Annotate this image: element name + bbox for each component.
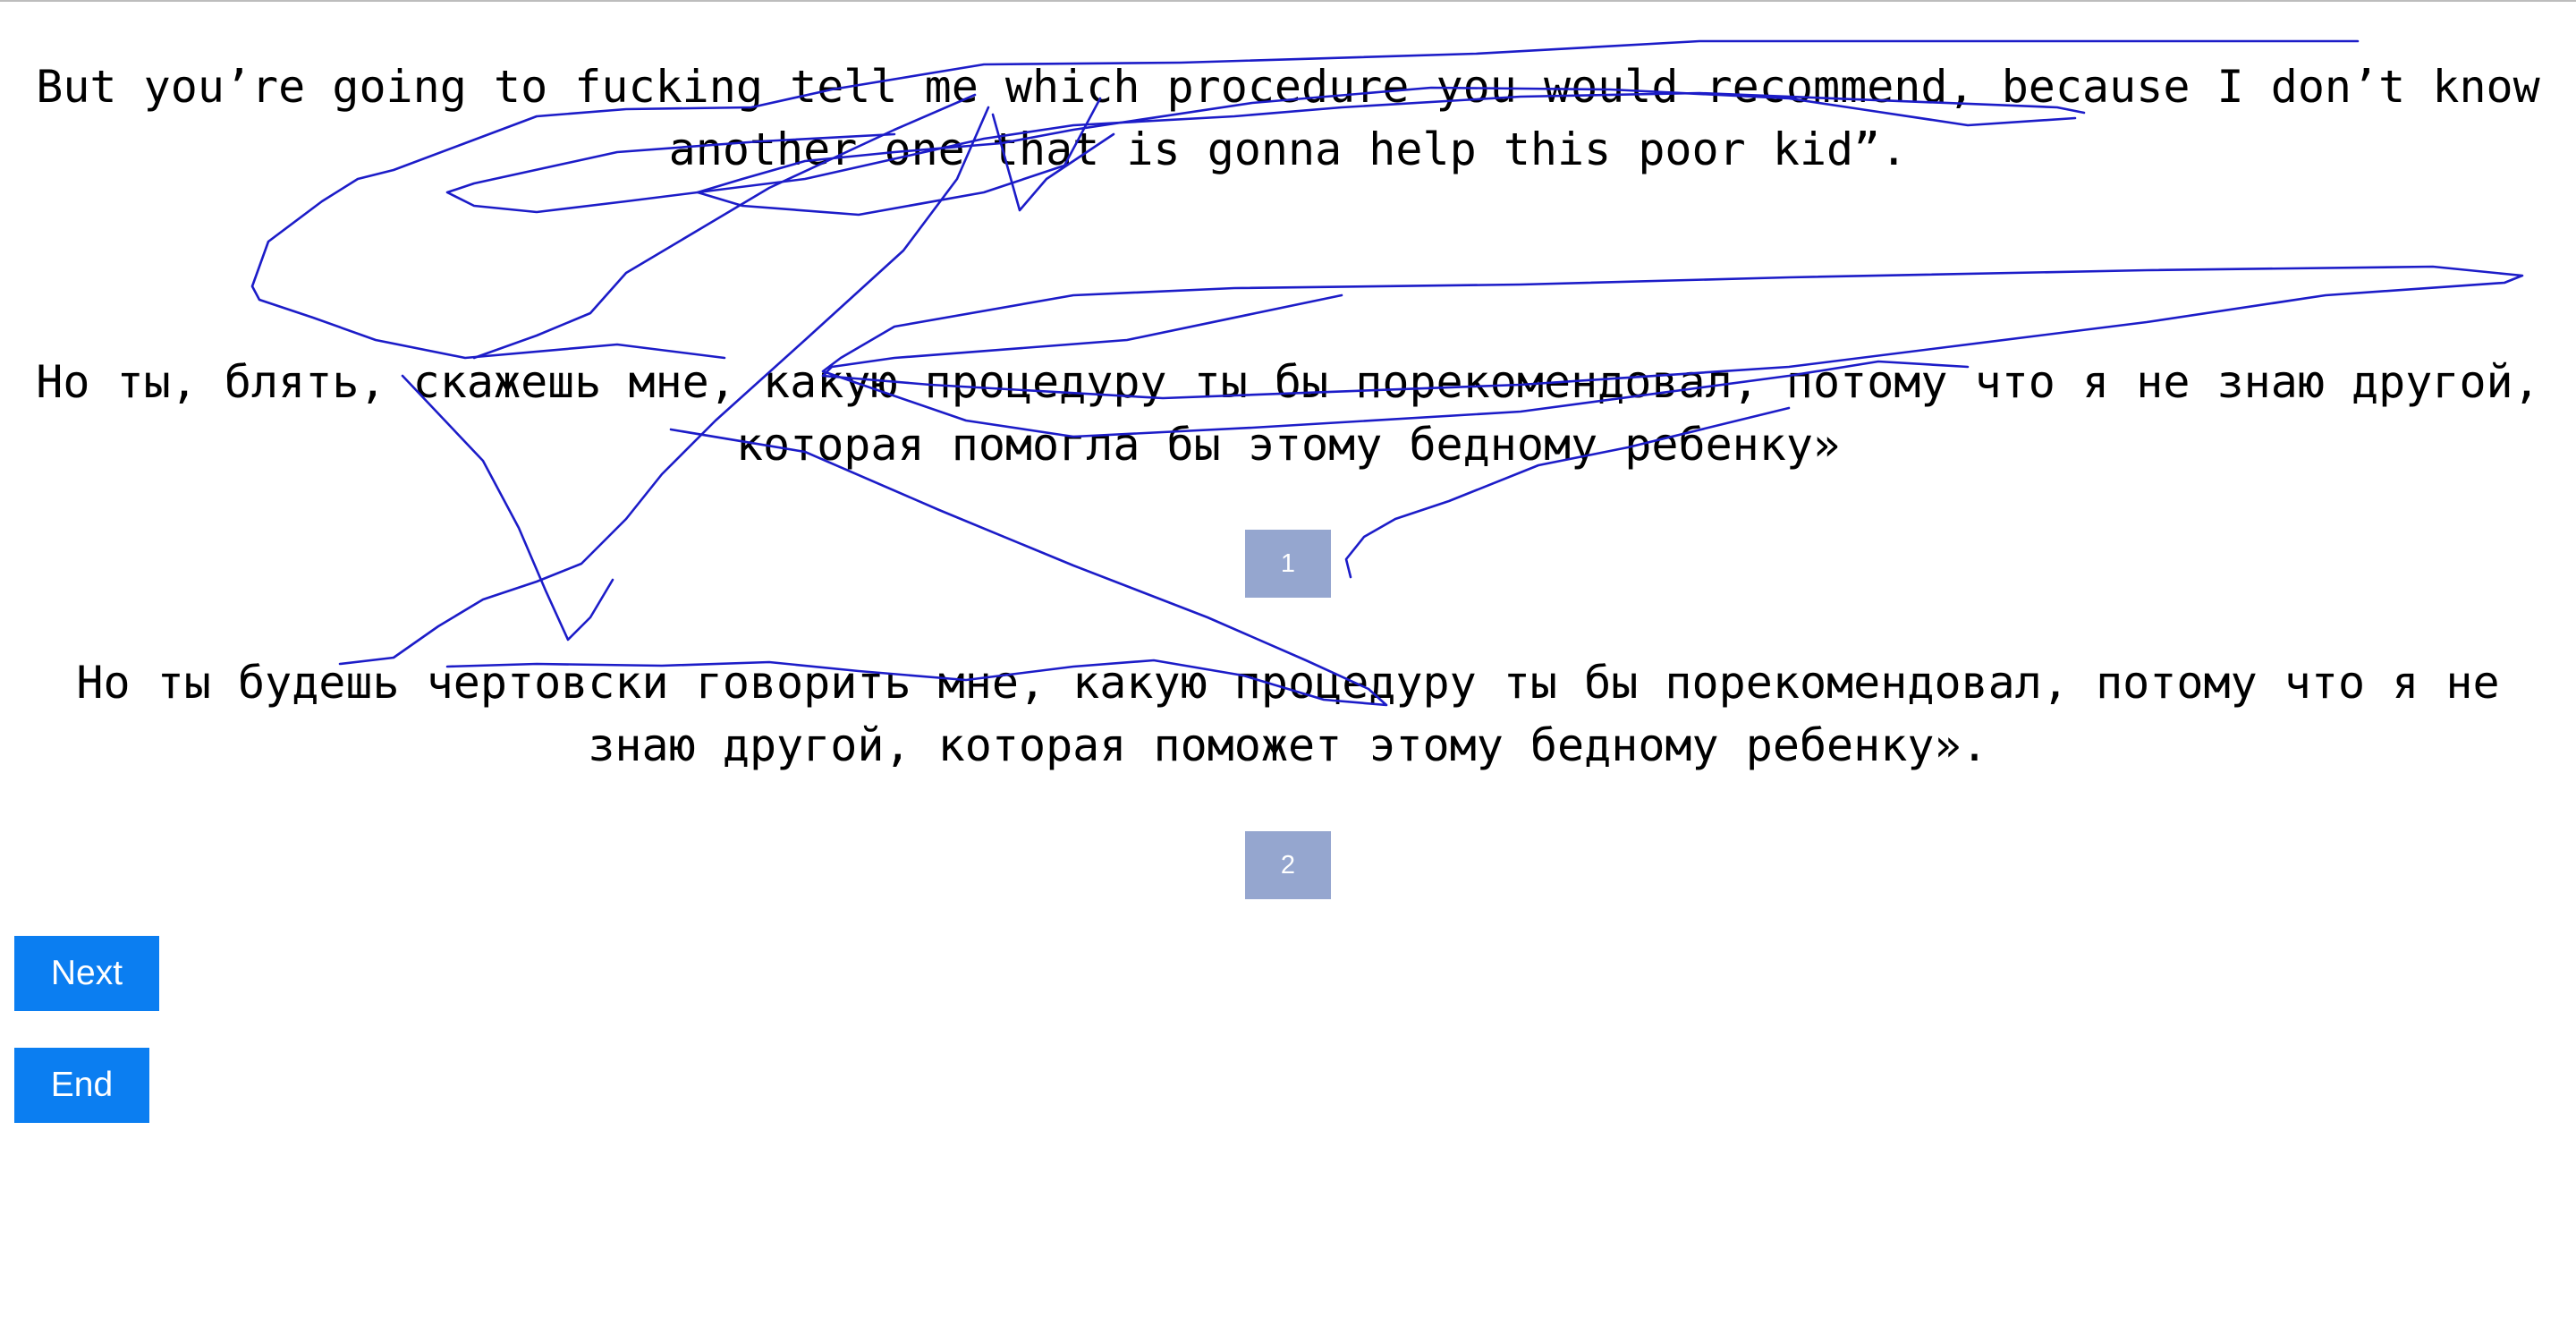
choose-translation-1-button[interactable]: 1 [1245,530,1331,598]
end-button[interactable]: End [14,1048,149,1123]
source-text: But you’re going to fucking tell me whic… [36,61,2540,175]
top-border [0,0,2576,2]
choose-translation-2-button[interactable]: 2 [1245,831,1331,899]
translation-2-text: Но ты будешь чертовски говорить мне, как… [76,657,2500,771]
next-button[interactable]: Next [14,936,159,1011]
translation-1-text: Но ты, блять, скажешь мне, какую процеду… [36,356,2540,471]
